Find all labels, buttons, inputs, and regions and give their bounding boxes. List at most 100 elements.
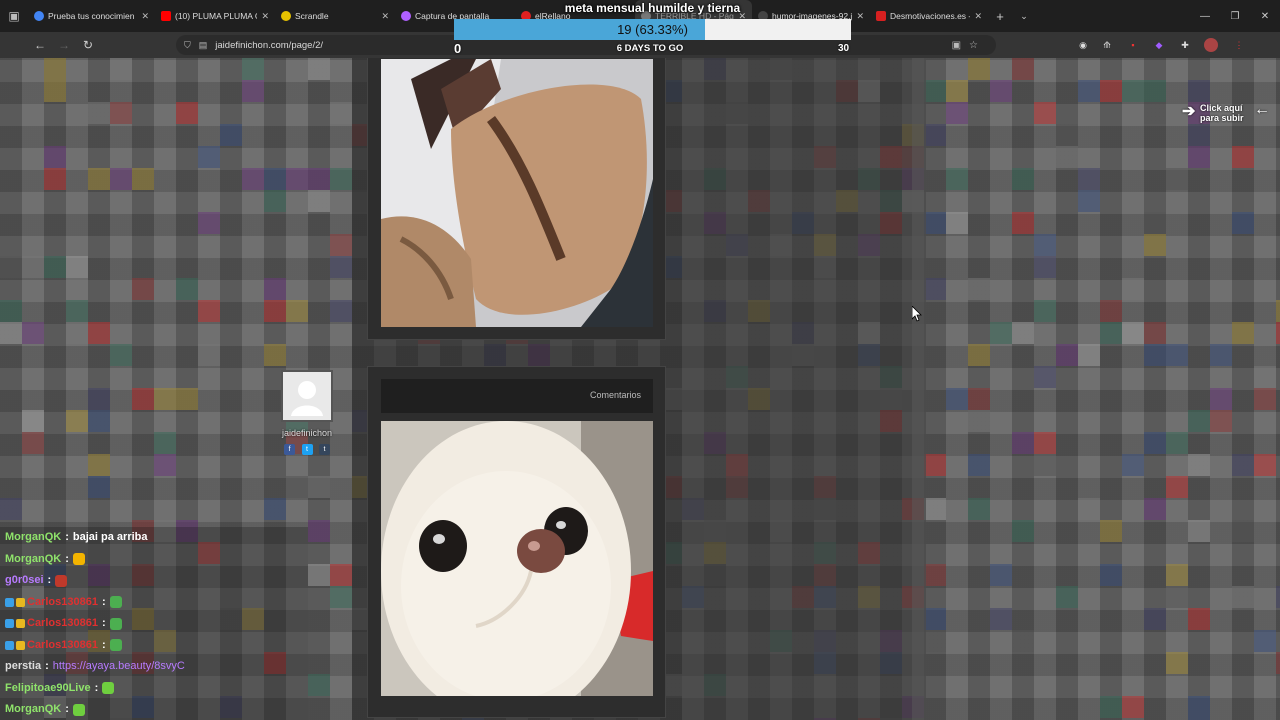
comments-link[interactable]: Comentarios <box>590 390 641 400</box>
chat-username[interactable]: Carlos130861 <box>27 592 98 614</box>
maximize-icon[interactable]: ❐ <box>1220 11 1250 22</box>
twitch-extension-icon[interactable]: ◆ <box>1152 38 1166 52</box>
chat-emote-icon <box>102 682 115 695</box>
background-tile <box>946 212 968 234</box>
goal-title: meta mensual humilde y tierna <box>564 1 741 15</box>
background-tile <box>1232 586 1254 608</box>
extension-icon[interactable]: ⟰ <box>1100 38 1114 52</box>
background-tile <box>1056 586 1078 608</box>
author-avatar[interactable] <box>281 370 333 422</box>
background-tile <box>1144 344 1166 366</box>
background-tile <box>990 322 1012 344</box>
background-tile <box>1078 190 1100 212</box>
post-image-chihuahua[interactable] <box>381 421 653 696</box>
extension-badge-icon[interactable]: ▪ <box>1126 38 1140 52</box>
background-tile <box>198 212 220 234</box>
background-tile <box>1034 234 1056 256</box>
close-window-icon[interactable]: ✕ <box>1250 11 1280 22</box>
background-tile <box>968 454 990 476</box>
background-tile <box>110 168 132 190</box>
forward-icon[interactable]: → <box>52 38 76 52</box>
chat-username[interactable]: perstia <box>5 656 41 678</box>
background-tile <box>88 322 110 344</box>
background-tile <box>308 564 330 586</box>
background-tile <box>1188 608 1210 630</box>
page-settings-icon[interactable]: ▤ <box>199 40 208 51</box>
scroll-to-top-button[interactable]: ➔ Click aquí para subir ← <box>1182 101 1270 123</box>
tab-actions-icon[interactable]: ▣ <box>0 0 28 32</box>
background-tile <box>1254 454 1276 476</box>
background-tile <box>1012 322 1034 344</box>
tab-0[interactable]: Prueba tus conocimien ✕ <box>28 0 155 32</box>
tab-7[interactable]: Desmotivaciones.es - l ✕ <box>870 0 988 32</box>
tab-favicon-icon <box>161 11 171 21</box>
post-image-ice-cream[interactable] <box>381 59 653 327</box>
background-tile <box>1144 432 1166 454</box>
site-info-icon[interactable]: ⛉ <box>184 40 191 51</box>
background-tile <box>924 124 946 146</box>
background-tile <box>1012 520 1034 542</box>
minimize-icon[interactable]: — <box>1190 11 1220 22</box>
background-tile <box>968 410 990 432</box>
tab-close-icon[interactable]: ✕ <box>261 11 269 22</box>
bookmark-star-icon[interactable]: ▣☆ <box>952 40 986 51</box>
chat-username[interactable]: g0r0sei <box>5 570 44 592</box>
chat-badge-icon <box>5 597 14 607</box>
chat-username[interactable]: Felipitoae90Live <box>5 678 91 700</box>
background-tile <box>264 168 286 190</box>
background-tile <box>44 168 66 190</box>
background-tile <box>198 344 220 366</box>
tab-list-chevron-icon[interactable]: ⌄ <box>1012 11 1036 22</box>
chat-username[interactable]: Carlos130861 <box>27 613 98 635</box>
background-tile <box>22 322 44 344</box>
chat-separator: : <box>101 595 106 608</box>
chat-emote-icon <box>109 617 122 630</box>
tumblr-icon[interactable]: t <box>318 444 330 455</box>
background-tile <box>1122 696 1144 718</box>
background-tile <box>1034 256 1056 278</box>
background-tile <box>1188 80 1210 102</box>
new-tab-icon[interactable]: + <box>988 9 1012 24</box>
author-name[interactable]: jaidefinichon <box>276 428 338 438</box>
goal-progress-bar: 19 (63.33%) <box>454 19 851 40</box>
profile-icon[interactable]: ◉ <box>1076 38 1090 52</box>
background-tile <box>1144 498 1166 520</box>
background-tile <box>110 344 132 366</box>
chat-username[interactable]: MorganQK <box>5 527 61 549</box>
background-tile <box>1100 300 1122 322</box>
chat-username[interactable]: MorganQK <box>5 549 61 571</box>
account-avatar-icon[interactable] <box>1204 38 1218 52</box>
background-tile <box>176 102 198 124</box>
chat-badge-icon <box>16 640 25 650</box>
extensions-puzzle-icon[interactable]: ✚ <box>1178 38 1192 52</box>
background-tile <box>198 300 220 322</box>
goal-progress-text: 19 (63.33%) <box>617 22 688 37</box>
background-tile <box>1232 146 1254 168</box>
chat-badge-icon <box>16 619 25 629</box>
background-tile <box>44 80 66 102</box>
background-tile <box>1254 630 1276 652</box>
back-icon[interactable]: ← <box>28 38 52 52</box>
background-tile <box>1254 366 1276 388</box>
background-tile <box>330 102 352 124</box>
background-tile <box>1276 674 1280 696</box>
tab-1[interactable]: (10) PLUMA PLUMA G ✕ <box>155 0 275 32</box>
twitter-icon[interactable]: t <box>301 444 313 455</box>
tab-close-icon[interactable]: ✕ <box>381 11 389 22</box>
background-tile <box>1144 102 1166 124</box>
background-tile <box>1078 80 1100 102</box>
chat-link[interactable]: https://ayaya.beauty/8svyC <box>53 656 185 678</box>
chat-username[interactable]: MorganQK <box>5 699 61 720</box>
tab-close-icon[interactable]: ✕ <box>856 11 864 22</box>
tab-2[interactable]: Scrandle ✕ <box>275 0 395 32</box>
menu-icon[interactable]: ⋮ <box>1232 38 1246 52</box>
chat-username[interactable]: Carlos130861 <box>27 635 98 657</box>
background-tile <box>1166 476 1188 498</box>
reload-icon[interactable]: ↻ <box>76 38 100 52</box>
post-card <box>367 58 666 340</box>
tab-close-icon[interactable]: ✕ <box>141 11 149 22</box>
tab-close-icon[interactable]: ✕ <box>974 11 982 22</box>
background-tile <box>154 432 176 454</box>
background-tile <box>1056 344 1078 366</box>
facebook-icon[interactable]: f <box>284 444 296 455</box>
